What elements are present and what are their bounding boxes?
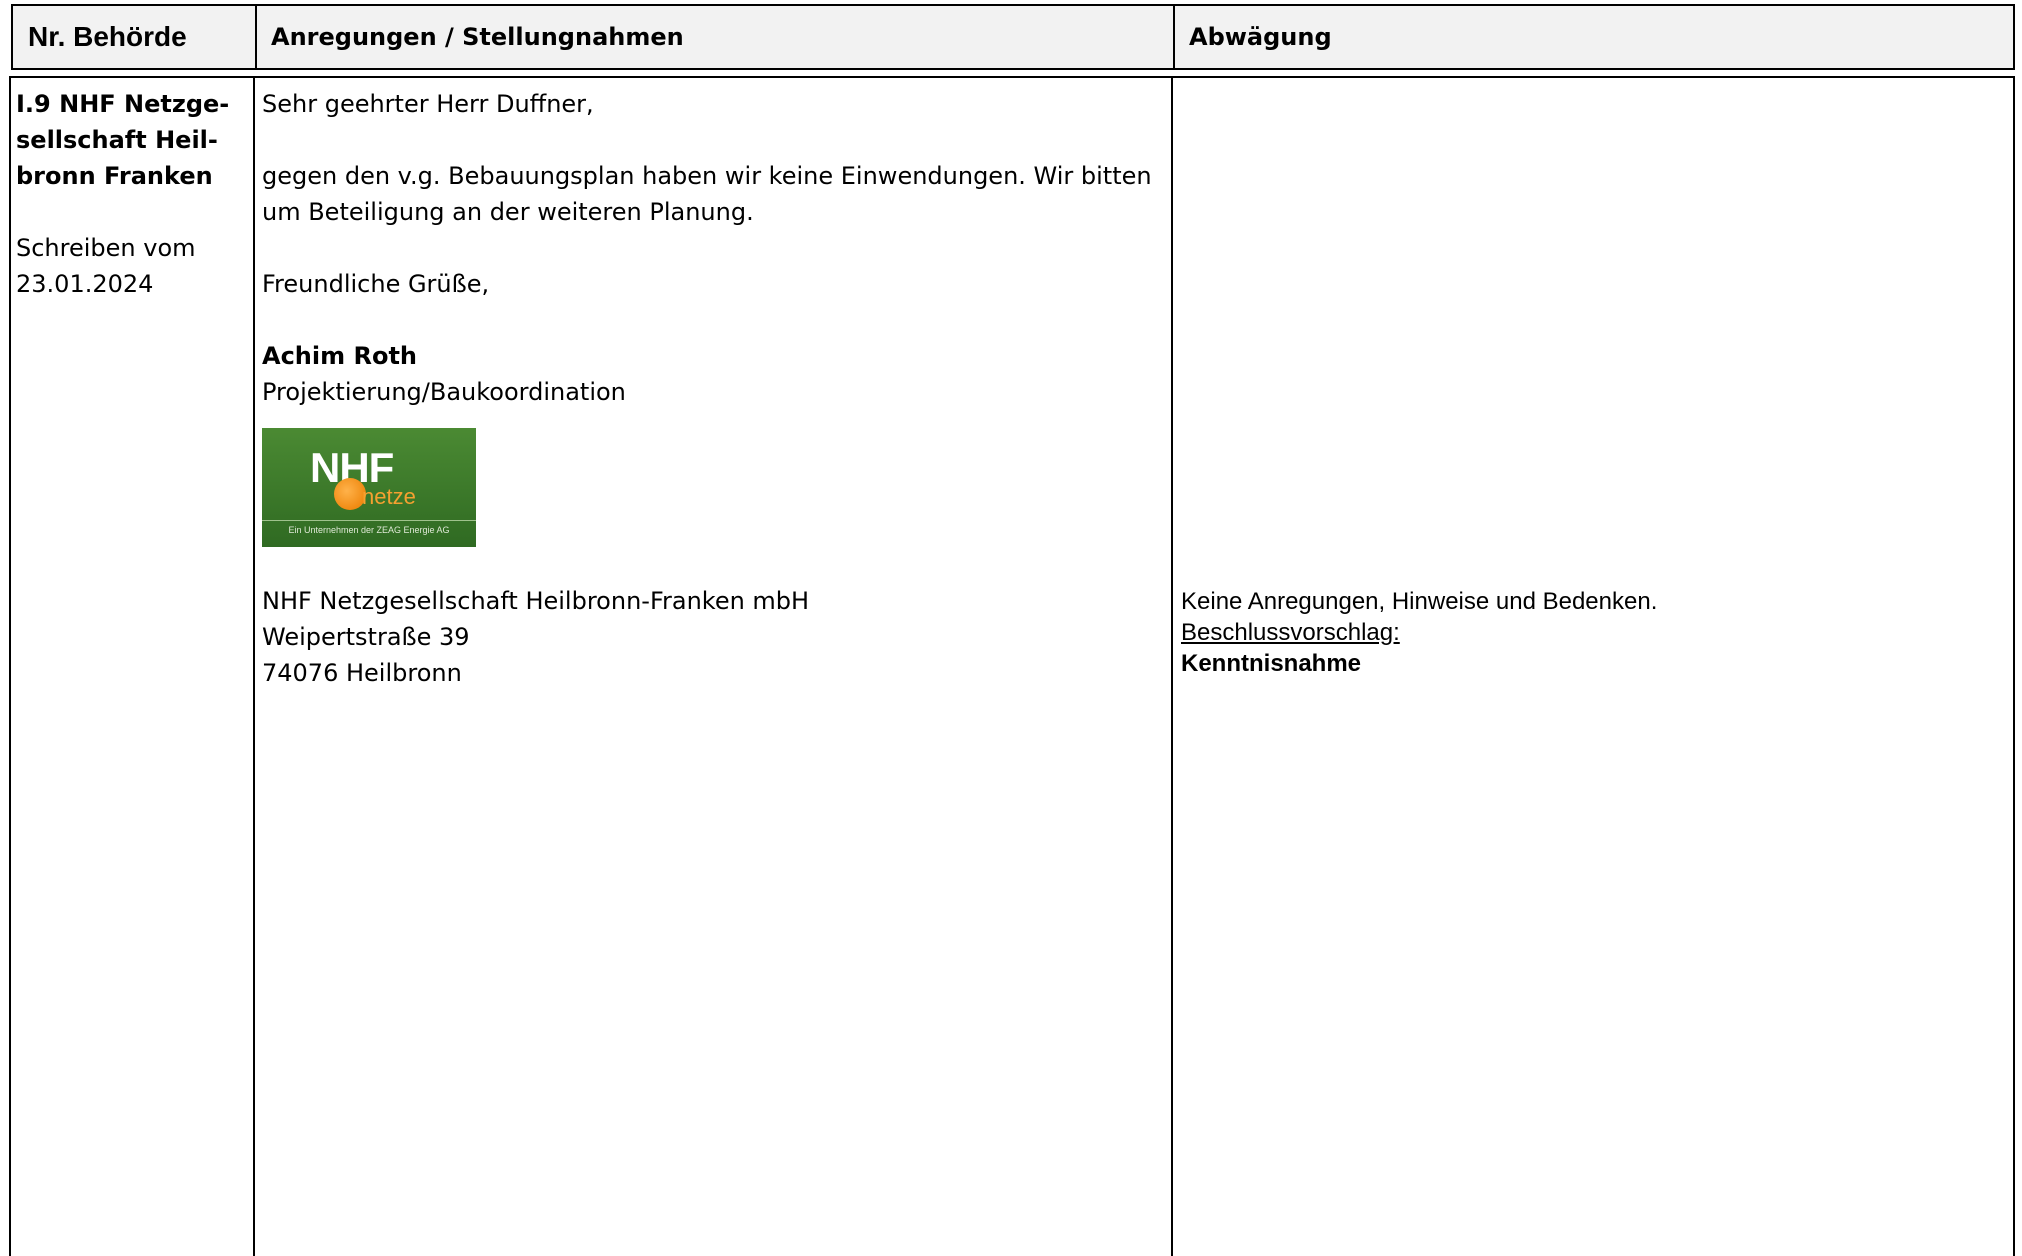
- letter-date: 23.01.2024: [16, 270, 154, 298]
- authority-line: bronn Franken: [16, 162, 213, 190]
- authority-line: I.9 NHF Netzge-: [16, 90, 230, 118]
- address-line: Weipertstraße 39: [262, 623, 470, 651]
- authority-name: I.9 NHF Netzge- sellschaft Heil- bronn F…: [16, 86, 253, 194]
- header-authority: Nr. Behörde: [13, 6, 257, 68]
- decision: Kenntnisnahme: [1181, 650, 1362, 677]
- salutation: Sehr geehrter Herr Duffner,: [262, 90, 594, 118]
- assessment-cell: Keine Anregungen, Hinweise und Bedenken.…: [1173, 78, 2013, 1256]
- header-statements: Anregungen / Stellungnahmen: [257, 6, 1175, 68]
- logo-tagline: Ein Unternehmen der ZEAG Energie AG: [288, 525, 450, 535]
- signer-name: Achim Roth: [262, 342, 418, 370]
- proposal-label: Beschlussvorschlag:: [1181, 619, 1400, 646]
- letter-date-label: Schreiben vom: [16, 234, 196, 262]
- table-header: Nr. Behörde Anregungen / Stellungnahmen …: [11, 4, 2015, 70]
- statement-cell: Sehr geehrter Herr Duffner, gegen den v.…: [255, 78, 1173, 1256]
- nhf-netze-logo: NHF netze Ein Unternehmen der ZEAG Energ…: [262, 428, 476, 547]
- authority-line: sellschaft Heil-: [16, 126, 218, 154]
- authority-cell: I.9 NHF Netzge- sellschaft Heil- bronn F…: [11, 78, 255, 1256]
- address-line: 74076 Heilbronn: [262, 659, 462, 687]
- table-row: I.9 NHF Netzge- sellschaft Heil- bronn F…: [9, 76, 2015, 1256]
- comment-table: Nr. Behörde Anregungen / Stellungnahmen …: [9, 4, 2017, 1256]
- assessment-text: Keine Anregungen, Hinweise und Bedenken.: [1181, 588, 1658, 615]
- statement-body-line: um Beteiligung an der weiteren Planung.: [262, 198, 754, 226]
- address-line: NHF Netzgesellschaft Heilbronn-Franken m…: [262, 587, 810, 615]
- header-assessment: Abwägung: [1189, 23, 1332, 51]
- signer-role: Projektierung/Baukoordination: [262, 378, 626, 406]
- statement-body-line: gegen den v.g. Bebauungsplan haben wir k…: [262, 162, 1152, 190]
- closing: Freundliche Grüße,: [262, 270, 490, 298]
- logo-subword: netze: [362, 484, 416, 509]
